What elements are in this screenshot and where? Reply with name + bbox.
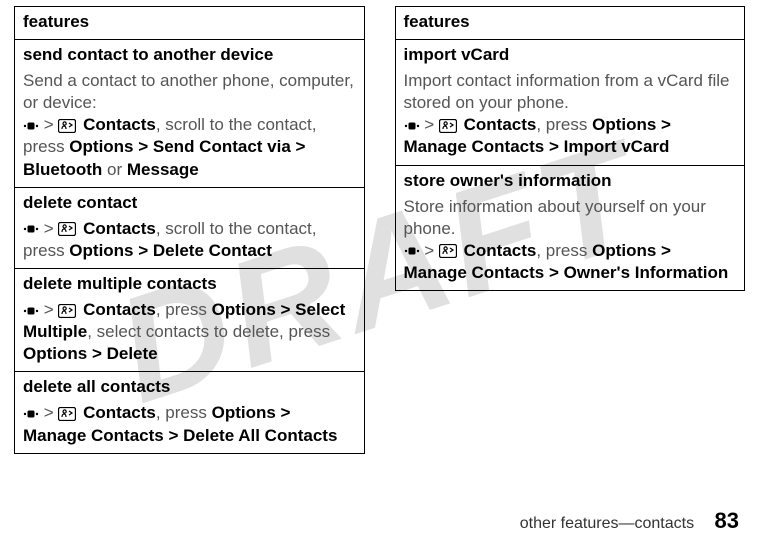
feature-desc: Store information about yourself on your… <box>404 197 706 238</box>
feature-path: > Contacts, press Options > Select Multi… <box>23 300 345 363</box>
feature-path: > Contacts, press Options > Manage Conta… <box>23 403 337 444</box>
contacts-icon <box>439 244 457 258</box>
feature-cell: store owner's information Store informat… <box>395 165 745 290</box>
page-footer: other features—contacts 83 <box>520 508 739 534</box>
center-key-icon <box>23 304 39 318</box>
feature-title: import vCard <box>404 44 737 66</box>
feature-path: > Contacts, scroll to the contact, press… <box>23 219 316 260</box>
path-tail-bold: Options > Delete <box>23 344 158 363</box>
contacts-icon <box>58 119 76 133</box>
contacts-label: Contacts <box>83 403 156 422</box>
page-columns: features send contact to another device … <box>0 0 759 454</box>
feature-cell: import vCard Import contact information … <box>395 40 745 165</box>
feature-cell: delete multiple contacts > Contacts, pre… <box>15 268 365 371</box>
right-column: features import vCard Import contact inf… <box>395 6 746 454</box>
path-tail: , select contacts to delete, press <box>87 322 330 341</box>
left-column: features send contact to another device … <box>14 6 365 454</box>
feature-path: > Contacts, press Options > Manage Conta… <box>404 241 729 282</box>
contacts-icon <box>439 119 457 133</box>
center-key-icon <box>23 407 39 421</box>
path-mid: , press <box>536 241 592 260</box>
contacts-icon <box>58 304 76 318</box>
feature-title: send contact to another device <box>23 44 356 66</box>
path-tail-bold: Message <box>127 160 199 179</box>
contacts-icon <box>58 222 76 236</box>
center-key-icon <box>404 244 420 258</box>
contacts-label: Contacts <box>83 300 156 319</box>
contacts-label: Contacts <box>83 219 156 238</box>
path-mid: , press <box>536 115 592 134</box>
contacts-label: Contacts <box>464 241 537 260</box>
feature-cell: send contact to another device Send a co… <box>15 40 365 188</box>
feature-desc: Send a contact to another phone, compute… <box>23 71 354 112</box>
path-mid: , press <box>156 403 212 422</box>
feature-desc: Import contact information from a vCard … <box>404 71 730 112</box>
footer-section: other features—contacts <box>520 515 694 532</box>
features-table-left: features send contact to another device … <box>14 6 365 454</box>
page-number: 83 <box>715 508 739 533</box>
center-key-icon <box>23 119 39 133</box>
table-header: features <box>15 7 365 40</box>
feature-cell: delete contact > Contacts, scroll to the… <box>15 187 365 268</box>
feature-title: delete all contacts <box>23 376 356 398</box>
feature-title: delete multiple contacts <box>23 273 356 295</box>
feature-title: store owner's information <box>404 170 737 192</box>
contacts-label: Contacts <box>83 115 156 134</box>
contacts-label: Contacts <box>464 115 537 134</box>
feature-title: delete contact <box>23 192 356 214</box>
path-tail: or <box>102 160 127 179</box>
table-header: features <box>395 7 745 40</box>
feature-path: > Contacts, press Options > Manage Conta… <box>404 115 671 156</box>
features-table-right: features import vCard Import contact inf… <box>395 6 746 291</box>
feature-path: > Contacts, scroll to the contact, press… <box>23 115 316 178</box>
center-key-icon <box>23 222 39 236</box>
center-key-icon <box>404 119 420 133</box>
feature-cell: delete all contacts > Contacts, press Op… <box>15 372 365 453</box>
path-mid: , press <box>156 300 212 319</box>
path-seq: Options > Delete Contact <box>69 241 272 260</box>
contacts-icon <box>58 407 76 421</box>
